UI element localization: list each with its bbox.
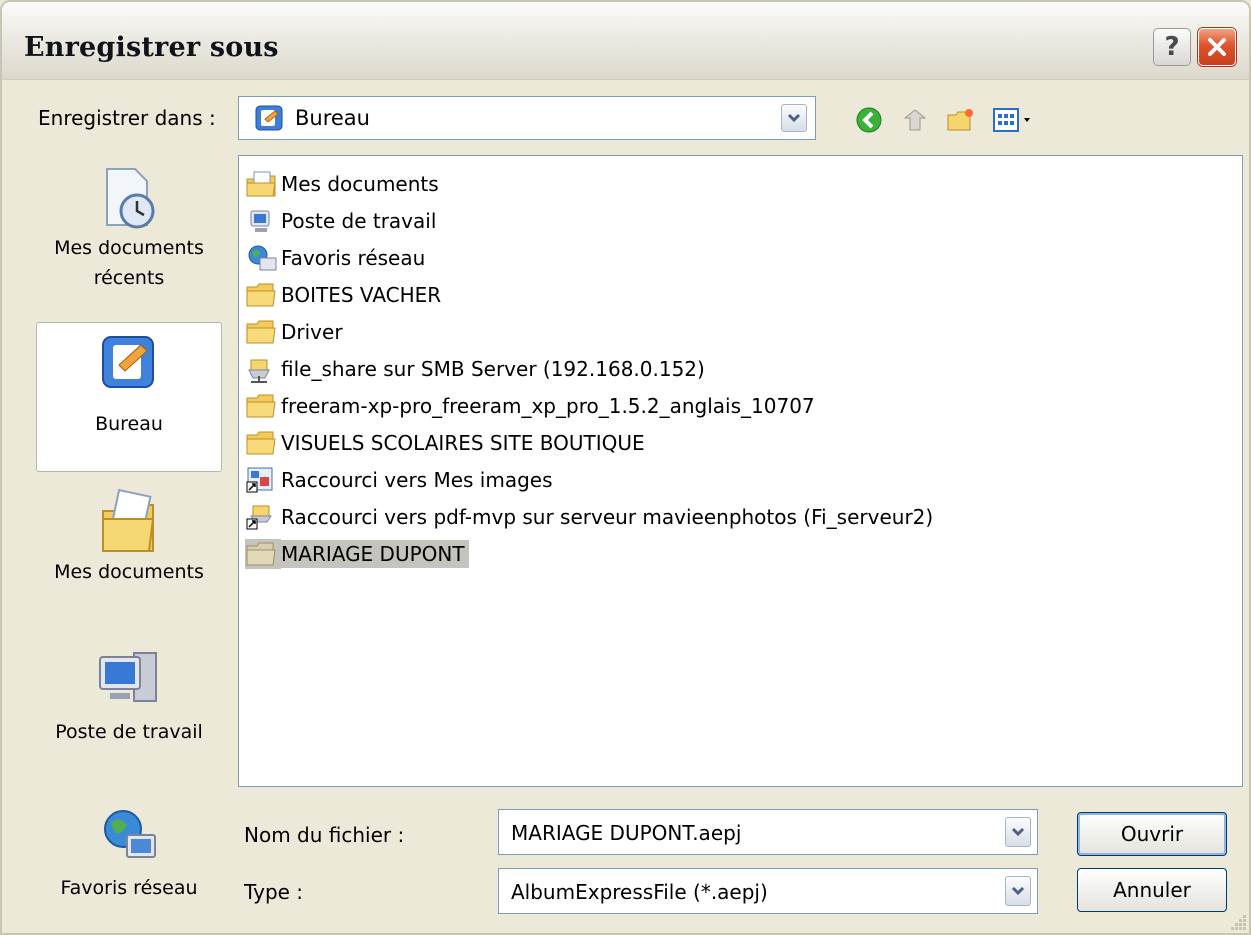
shortcut-icon bbox=[246, 467, 273, 493]
filename-input[interactable]: MARIAGE DUPONT.aepj bbox=[511, 821, 741, 845]
list-item[interactable]: Driver bbox=[245, 314, 343, 350]
list-item[interactable]: freeram-xp-pro_freeram_xp_pro_1.5.2_angl… bbox=[245, 388, 815, 424]
place-label: Favoris réseau bbox=[60, 877, 198, 899]
network-places-icon bbox=[104, 810, 156, 858]
filename-label: Nom du fichier : bbox=[244, 823, 405, 847]
my-documents-icon bbox=[102, 488, 155, 552]
cancel-button[interactable]: Annuler bbox=[1077, 868, 1227, 912]
place-recent-documents[interactable]: Mes documents récents bbox=[36, 165, 222, 315]
place-label: Poste de travail bbox=[55, 721, 203, 743]
view-menu-button[interactable] bbox=[992, 105, 1036, 135]
network-drive-icon bbox=[248, 359, 270, 383]
file-name: VISUELS SCOLAIRES SITE BOUTIQUE bbox=[281, 431, 645, 455]
view-menu-icon bbox=[993, 108, 1030, 132]
window-title: Enregistrer sous bbox=[24, 32, 279, 63]
file-name: Raccourci vers Mes images bbox=[281, 468, 553, 492]
place-network[interactable]: Favoris réseau bbox=[36, 805, 222, 915]
list-item[interactable]: Poste de travail bbox=[245, 203, 436, 239]
place-my-documents[interactable]: Mes documents bbox=[36, 485, 222, 635]
file-name: Driver bbox=[281, 320, 343, 344]
list-item[interactable]: Mes documents bbox=[245, 166, 439, 202]
filetype-combo[interactable]: AlbumExpressFile (*.aepj) bbox=[498, 868, 1038, 914]
help-button[interactable]: ? bbox=[1153, 28, 1191, 66]
desktop-icon bbox=[102, 336, 154, 388]
back-icon bbox=[856, 107, 882, 133]
resize-grip-icon[interactable] bbox=[1229, 913, 1247, 931]
list-item[interactable]: Favoris réseau bbox=[245, 240, 425, 276]
close-icon bbox=[1208, 38, 1226, 56]
my-documents-icon bbox=[246, 171, 276, 197]
place-label: Mes documents bbox=[54, 561, 204, 583]
desktop-icon bbox=[255, 105, 283, 131]
place-my-computer[interactable]: Poste de travail bbox=[36, 645, 222, 795]
place-label: Bureau bbox=[95, 413, 163, 435]
file-name: Raccourci vers pdf-mvp sur serveur mavie… bbox=[281, 505, 934, 529]
list-item-selected[interactable]: MARIAGE DUPONT bbox=[245, 536, 469, 572]
my-computer-icon bbox=[99, 652, 157, 702]
new-folder-icon bbox=[947, 109, 973, 131]
up-folder-icon bbox=[903, 109, 927, 131]
file-name: BOITES VACHER bbox=[281, 283, 442, 307]
chevron-down-icon bbox=[1011, 886, 1025, 896]
list-item[interactable]: BOITES VACHER bbox=[245, 277, 441, 313]
filename-combo[interactable]: MARIAGE DUPONT.aepj bbox=[498, 809, 1038, 855]
list-item[interactable]: VISUELS SCOLAIRES SITE BOUTIQUE bbox=[245, 425, 645, 461]
places-bar: Mes documents récents Bureau Mes documen… bbox=[36, 157, 222, 912]
filetype-value: AlbumExpressFile (*.aepj) bbox=[511, 880, 768, 904]
close-button[interactable] bbox=[1198, 28, 1236, 66]
file-name: MARIAGE DUPONT bbox=[281, 540, 469, 568]
title-bar[interactable]: Enregistrer sous ? bbox=[2, 2, 1249, 80]
folder-icon bbox=[245, 539, 281, 569]
file-name: freeram-xp-pro_freeram_xp_pro_1.5.2_angl… bbox=[281, 394, 815, 418]
folder-icon bbox=[246, 320, 276, 344]
network-places-icon bbox=[248, 245, 277, 271]
save-in-label: Enregistrer dans : bbox=[38, 106, 216, 130]
open-button[interactable]: Ouvrir bbox=[1077, 812, 1227, 856]
file-name: Poste de travail bbox=[281, 209, 437, 233]
file-name: file_share sur SMB Server (192.168.0.152… bbox=[281, 357, 705, 381]
save-in-value: Bureau bbox=[295, 106, 370, 130]
file-name: Mes documents bbox=[281, 172, 439, 196]
my-computer-icon bbox=[250, 210, 270, 232]
chevron-down-icon bbox=[1011, 827, 1025, 837]
save-in-combo[interactable]: Bureau bbox=[238, 96, 816, 140]
folder-icon bbox=[246, 394, 276, 418]
filename-dropdown-button[interactable] bbox=[1005, 817, 1031, 847]
help-label: ? bbox=[1164, 32, 1180, 62]
folder-icon bbox=[246, 431, 276, 455]
chevron-down-icon bbox=[787, 113, 801, 123]
recent-documents-icon bbox=[106, 168, 155, 229]
file-list[interactable]: Mes documents Poste de travail Favoris r… bbox=[238, 155, 1243, 787]
up-folder-button[interactable] bbox=[900, 105, 930, 135]
new-folder-button[interactable] bbox=[946, 105, 976, 135]
filetype-dropdown-button[interactable] bbox=[1005, 876, 1031, 906]
place-label: Mes documents récents bbox=[54, 237, 204, 289]
list-item[interactable]: Raccourci vers pdf-mvp sur serveur mavie… bbox=[245, 499, 933, 535]
folder-icon bbox=[246, 283, 276, 307]
list-item[interactable]: file_share sur SMB Server (192.168.0.152… bbox=[245, 351, 705, 387]
place-desktop[interactable]: Bureau bbox=[36, 322, 222, 472]
file-name: Favoris réseau bbox=[281, 246, 426, 270]
back-button[interactable] bbox=[854, 105, 884, 135]
save-in-dropdown-button[interactable] bbox=[781, 104, 807, 132]
shortcut-icon bbox=[246, 505, 272, 530]
list-item[interactable]: Raccourci vers Mes images bbox=[245, 462, 553, 498]
filetype-label: Type : bbox=[244, 880, 304, 904]
save-as-dialog: Enregistrer sous ? Enregistrer dans : Bu… bbox=[0, 0, 1251, 935]
